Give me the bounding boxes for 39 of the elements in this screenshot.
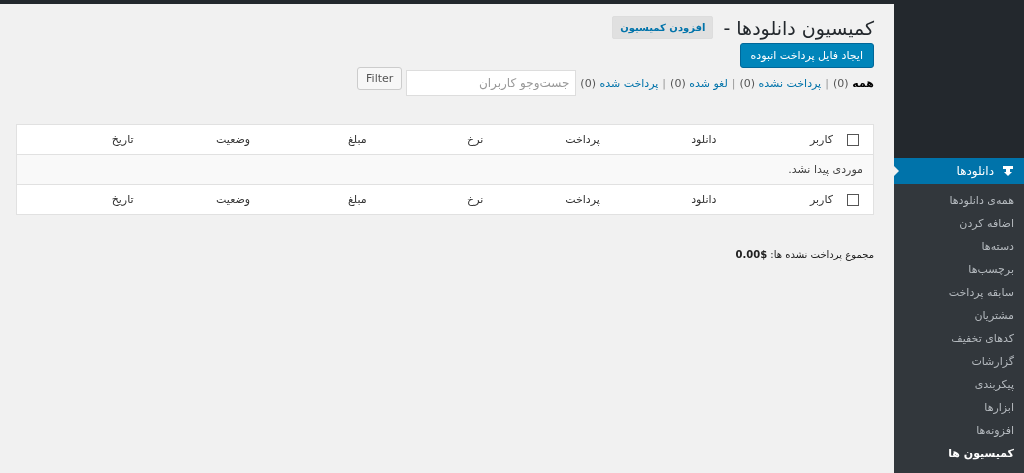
column-header: نرخ [467, 133, 484, 146]
sidebar-item[interactable]: برچسب‌ها [894, 259, 1024, 282]
column-header: پرداخت [565, 133, 600, 146]
column-header: وضعیت [216, 133, 251, 146]
search-field[interactable]: جست‌وجو کاربران [406, 70, 577, 96]
sidebar-item[interactable]: اضافه کردن [894, 213, 1024, 236]
column-header: نرخ [467, 193, 484, 206]
separator: | [662, 76, 667, 90]
column-header: دانلود [691, 133, 717, 146]
sidebar-item[interactable]: کمیسیون ها [894, 443, 1024, 466]
add-commission-button[interactable]: افزودن کمیسیون [612, 16, 714, 39]
download-icon [1002, 165, 1014, 177]
column-header: پرداخت [565, 193, 600, 206]
sidebar-item[interactable]: دسته‌ها [894, 236, 1024, 259]
column-header: مبلغ [348, 193, 367, 206]
separator: | [731, 76, 736, 90]
column-header: وضعیت [216, 193, 251, 206]
column-header: تاریخ [111, 193, 134, 206]
sidebar-item[interactable]: مشتریان [894, 305, 1024, 328]
sidebar-item[interactable]: پیکربندی [894, 374, 1024, 397]
column-header: دانلود [691, 193, 717, 206]
sidebar-item[interactable]: افزونه‌ها [894, 420, 1024, 443]
empty-message: موردی پیدا نشد. [788, 163, 863, 176]
sidebar-item[interactable]: همه‌ی دانلودها [894, 190, 1024, 213]
sidebar-menu-item[interactable]: دانلودها [894, 158, 1024, 184]
checkbox[interactable] [847, 133, 859, 146]
sidebar-item[interactable]: ابزارها [894, 397, 1024, 420]
column-header: تاریخ [111, 133, 134, 146]
sidebar-item[interactable]: گزارشات [894, 351, 1024, 374]
column-header: مبلغ [348, 133, 367, 146]
page-title: کمیسیون دانلودها - [723, 16, 874, 39]
checkbox[interactable] [847, 193, 859, 206]
sidebar-item[interactable]: کدهای تخفیف [894, 328, 1024, 351]
separator: | [825, 76, 829, 90]
column-header: کاربر [809, 193, 833, 206]
filter-button[interactable]: Filter [357, 66, 403, 90]
sidebar-item[interactable]: سابقه پرداخت [894, 282, 1024, 305]
export-button[interactable]: ایجاد فایل پرداخت انبوده [739, 43, 874, 68]
column-header: کاربر [809, 133, 833, 146]
